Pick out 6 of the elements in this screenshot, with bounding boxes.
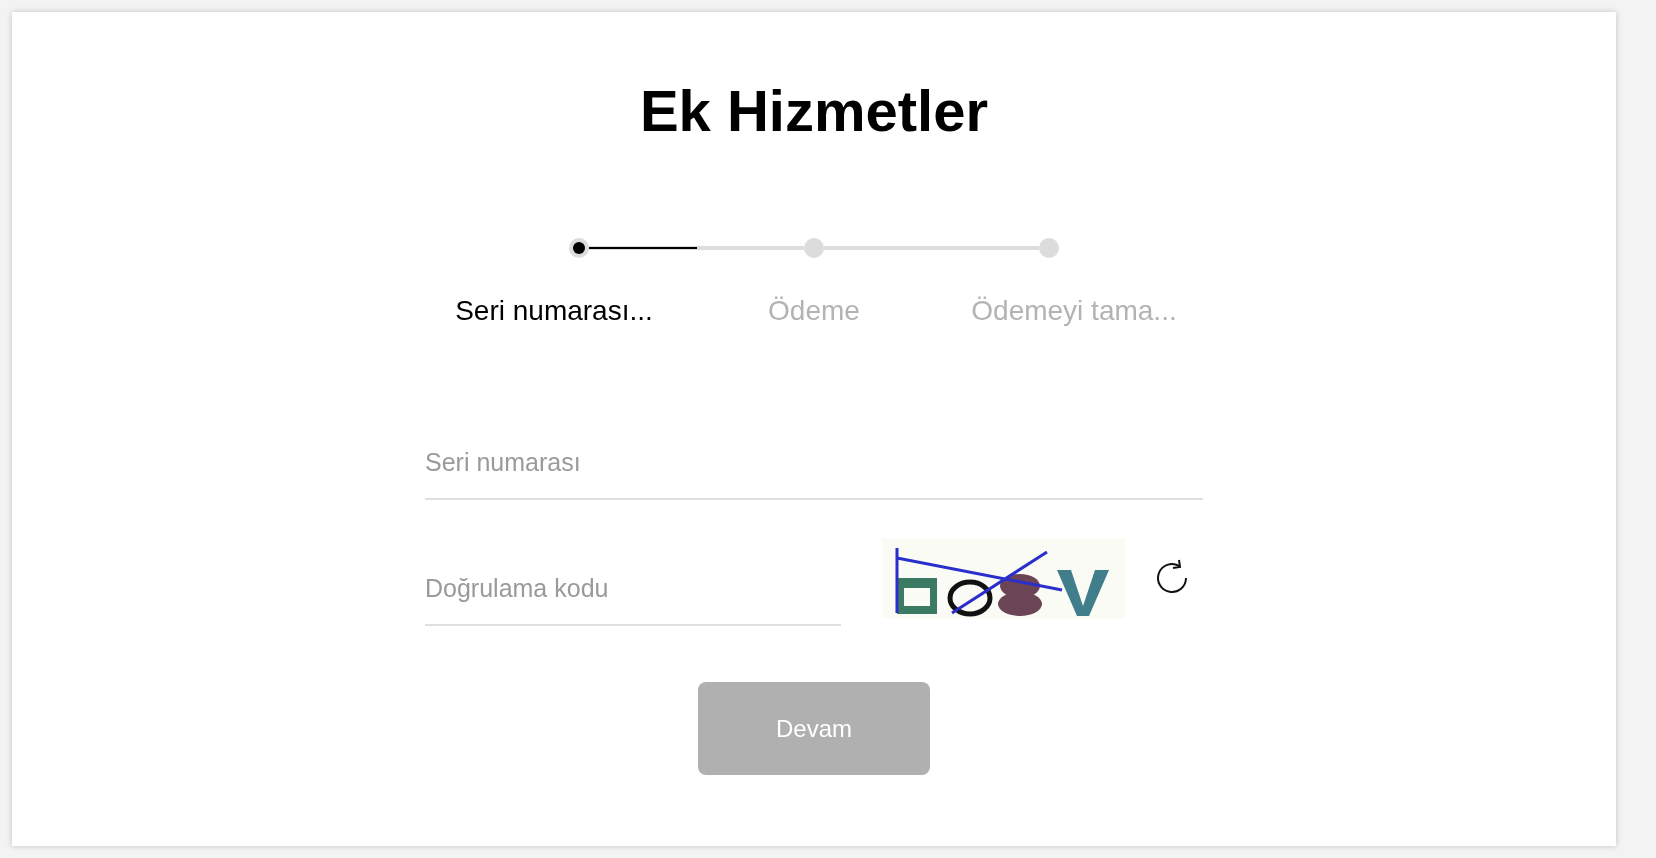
serial-number-field[interactable]: Seri numarası <box>425 434 1203 500</box>
step-label: Ödeme <box>768 294 860 328</box>
step-label: Seri numarası... <box>455 294 653 328</box>
step-label: Ödemeyi tama... <box>971 294 1177 328</box>
page-title: Ek Hizmetler <box>639 82 989 140</box>
verification-code-field[interactable]: Doğrulama kodu <box>425 560 841 626</box>
